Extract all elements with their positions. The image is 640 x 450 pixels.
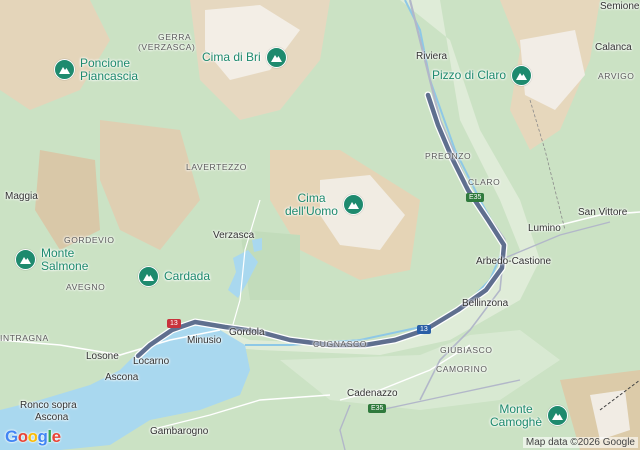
peak-pizzo-di-claro[interactable]: Pizzo di Claro <box>432 65 533 86</box>
place-calanca: Calanca <box>595 42 632 53</box>
place-cadenazzo: Cadenazzo <box>347 388 398 399</box>
logo-letter: g <box>37 427 48 446</box>
mountain-icon <box>138 266 159 287</box>
mountain-icon <box>54 59 75 81</box>
peak-monte-camoghe[interactable]: Monte Camoghè <box>490 402 569 429</box>
mountain-icon <box>15 249 36 271</box>
map-attribution[interactable]: Map data ©2026 Google <box>522 437 638 448</box>
place-bellinzona: Bellinzona <box>462 298 509 309</box>
place-preonzo: PREONZO <box>425 151 472 161</box>
place-gordola: Gordola <box>229 327 265 338</box>
place-minusio: Minusio <box>187 335 222 346</box>
google-logo[interactable]: Google <box>5 427 61 447</box>
peak-label: Cardada <box>164 269 211 284</box>
peak-label-line2: Salmone <box>41 258 89 273</box>
place-gerra: GERRA <box>158 32 192 42</box>
mountain-icon <box>342 194 364 216</box>
logo-letter: G <box>5 427 18 446</box>
place-camorino: CAMORINO <box>436 364 488 374</box>
place-claro: CLARO <box>468 177 501 187</box>
place-avegno: AVEGNO <box>66 282 106 292</box>
logo-letter: e <box>51 427 61 446</box>
peak-label-line1: Monte <box>499 402 533 416</box>
place-lumino: Lumino <box>528 223 561 234</box>
peak-label-line1: Monte <box>41 246 75 260</box>
peak-label: Cima di Bri <box>202 50 261 65</box>
peak-cima-di-bri[interactable]: Cima di Bri <box>202 47 287 68</box>
logo-letter: o <box>27 427 38 446</box>
peak-cima-dell-uomo[interactable]: Cima dell'Uomo <box>285 192 364 217</box>
place-arvigo: ARVIGO <box>598 71 635 81</box>
place-cugnasco: CUGNASCO <box>313 339 367 349</box>
road-shield-e35-north: E35 <box>466 193 485 202</box>
mountain-icon <box>547 405 569 427</box>
mountain-icon <box>265 47 287 68</box>
peak-label-line2: dell'Uomo <box>285 203 338 218</box>
place-gordevio: GORDEVIO <box>64 235 115 245</box>
road-shield-13-west: 13 <box>167 319 181 328</box>
peak-label-line2: Camoghè <box>490 414 543 429</box>
peak-poncione-piancascia[interactable]: Poncione Piancascia <box>54 57 138 82</box>
map-canvas[interactable]: GERRA (VERZASCA) Riviera Calanca ARVIGO … <box>0 0 640 450</box>
place-maggia: Maggia <box>5 191 38 202</box>
place-losone: Losone <box>86 351 119 362</box>
road-shield-13-east: 13 <box>417 325 431 334</box>
place-ronco-line1: Ronco sopra <box>20 400 77 411</box>
place-top-right: Semione <box>600 1 640 12</box>
place-riviera: Riviera <box>416 51 448 62</box>
place-ascona: Ascona <box>105 372 139 383</box>
peak-label-line2: Piancascia <box>80 68 139 83</box>
mountain-icon <box>511 65 533 86</box>
place-giubiasco: GIUBIASCO <box>440 345 493 355</box>
place-intragna: INTRAGNA <box>0 333 49 343</box>
place-gerra-sub: (VERZASCA) <box>138 42 196 52</box>
place-arbedo-castione: Arbedo-Castione <box>476 256 552 267</box>
peak-label-line1: Cima <box>297 191 326 205</box>
peak-label: Pizzo di Claro <box>432 68 507 83</box>
logo-letter: o <box>17 427 28 446</box>
road-shield-e35-south: E35 <box>368 404 387 413</box>
place-verzasca: Verzasca <box>213 230 255 241</box>
place-lavertezzo: LAVERTEZZO <box>186 162 247 172</box>
place-san-vittore: San Vittore <box>578 207 628 218</box>
place-locarno: Locarno <box>133 356 170 367</box>
place-gambarogno: Gambarogno <box>150 426 209 437</box>
peak-cardada[interactable]: Cardada <box>138 266 210 287</box>
place-ronco-line2: Ascona <box>35 412 69 423</box>
peak-label-line1: Poncione <box>80 56 131 70</box>
peak-monte-salmone[interactable]: Monte Salmone <box>15 247 88 272</box>
